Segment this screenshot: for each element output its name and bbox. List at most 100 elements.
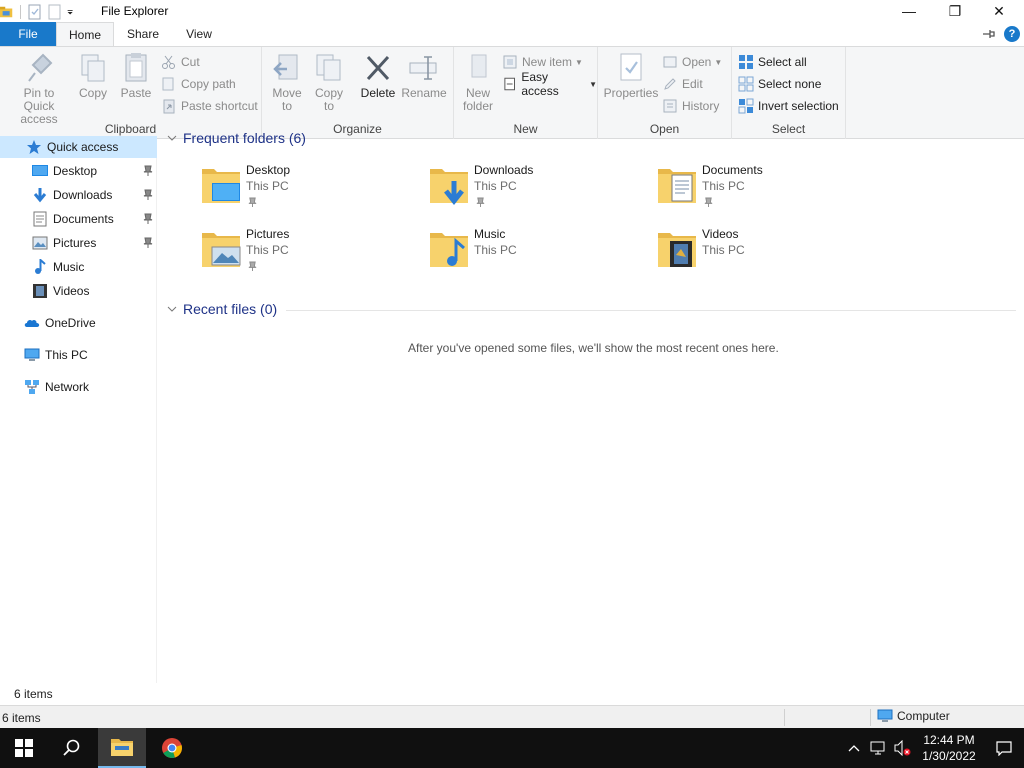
network-status-button[interactable]: [866, 728, 890, 768]
tab-share[interactable]: Share: [118, 22, 168, 46]
folder-name: Pictures: [246, 227, 290, 241]
paste-button[interactable]: Paste: [118, 51, 154, 100]
nav-onedrive[interactable]: OneDrive: [0, 312, 157, 334]
folder-location: This PC: [246, 243, 289, 257]
pin-icon: [143, 213, 153, 224]
paste-shortcut-button[interactable]: Paste shortcut: [161, 96, 258, 116]
pin-ribbon-icon[interactable]: [982, 27, 996, 41]
action-center-button[interactable]: [984, 728, 1024, 768]
frequent-folders-header[interactable]: Frequent folders (6): [166, 130, 306, 146]
tab-file[interactable]: File: [0, 22, 56, 46]
properties-icon[interactable]: [27, 4, 43, 20]
restore-button[interactable]: ❐: [932, 0, 978, 22]
invert-selection-button[interactable]: Invert selection: [738, 96, 839, 116]
nav-item-label: Videos: [53, 284, 90, 298]
delete-icon: [366, 55, 390, 81]
move-to-label: Move to: [272, 86, 302, 113]
content-pane: Frequent folders (6) Desktop This PC Dow…: [158, 130, 1024, 683]
nav-network[interactable]: Network: [0, 376, 157, 398]
taskbar-chrome[interactable]: [148, 728, 196, 768]
folder-tile-documents[interactable]: Documents This PC: [656, 163, 856, 219]
new-folder-button[interactable]: New folder: [460, 51, 496, 113]
tab-view[interactable]: View: [174, 22, 224, 46]
properties-button[interactable]: Properties: [604, 51, 658, 100]
system-tray: 12:44 PM 1/30/2022: [842, 728, 1024, 768]
customize-toolbar-icon[interactable]: [67, 4, 77, 20]
select-group-label: Select: [771, 122, 806, 136]
start-button[interactable]: [0, 728, 48, 768]
select-all-button[interactable]: Select all: [738, 52, 807, 72]
select-none-label: Select none: [758, 77, 822, 91]
tab-home[interactable]: Home: [56, 22, 114, 47]
taskbar-file-explorer[interactable]: [98, 728, 146, 768]
folder-location: This PC: [474, 179, 517, 193]
clock[interactable]: 12:44 PM 1/30/2022: [914, 732, 984, 764]
copy-path-button[interactable]: Copy path: [161, 74, 236, 94]
explorer-app-icon[interactable]: [0, 4, 14, 20]
folder-name: Documents: [702, 163, 763, 177]
delete-button[interactable]: Delete: [360, 51, 396, 100]
open-button[interactable]: Open ▼: [662, 52, 722, 72]
videos-folder-icon: [658, 233, 696, 267]
nav-item-label: Desktop: [53, 164, 98, 178]
folder-tile-downloads[interactable]: Downloads This PC: [428, 163, 628, 219]
pin-icon: [704, 197, 713, 207]
move-to-button[interactable]: Move to: [270, 51, 304, 113]
notifications-icon: [996, 741, 1012, 756]
title-bar: File Explorer — ❐ ✕: [0, 0, 1024, 22]
taskbar: 12:44 PM 1/30/2022: [0, 728, 1024, 768]
nav-this-pc[interactable]: This PC: [0, 344, 157, 366]
copy-path-label: Copy path: [181, 77, 236, 91]
rename-button[interactable]: Rename: [401, 51, 447, 100]
search-button[interactable]: [48, 728, 96, 768]
pin-icon: [143, 165, 153, 176]
nav-item-pictures[interactable]: Pictures: [0, 232, 157, 254]
toolbar-separator: [20, 5, 21, 19]
easy-access-dropdown-icon: ▼: [589, 79, 597, 89]
select-none-button[interactable]: Select none: [738, 74, 821, 94]
easy-access-button[interactable]: Easy access ▼: [502, 70, 597, 98]
copy-icon: [81, 54, 105, 82]
nav-quick-access[interactable]: Quick access: [0, 136, 157, 158]
folder-tile-music[interactable]: Music This PC: [428, 227, 628, 283]
copy-to-button[interactable]: Copy to: [312, 51, 346, 113]
frequent-folders-title: Frequent folders (6): [183, 130, 306, 146]
folder-tile-videos[interactable]: Videos This PC: [656, 227, 856, 283]
properties-label: Properties: [603, 86, 659, 100]
new-item-button[interactable]: New item ▼: [502, 52, 583, 72]
edit-button[interactable]: Edit: [662, 74, 703, 94]
folder-tile-desktop[interactable]: Desktop This PC: [200, 163, 400, 219]
help-icon[interactable]: ?: [1004, 26, 1020, 42]
cut-button[interactable]: Cut: [161, 52, 200, 72]
paste-label: Paste: [120, 86, 152, 100]
easy-access-icon: [504, 77, 515, 91]
pin-to-quick-access-button[interactable]: Pin to Quick access: [4, 51, 74, 126]
paste-shortcut-label: Paste shortcut: [181, 99, 258, 113]
volume-button[interactable]: [890, 728, 914, 768]
cut-label: Cut: [181, 55, 200, 69]
nav-item-desktop[interactable]: Desktop: [0, 160, 157, 182]
status-separator: [784, 709, 785, 726]
open-dropdown-icon: ▼: [714, 57, 723, 67]
downloads-icon: [33, 188, 47, 203]
history-button[interactable]: History: [662, 96, 719, 116]
new-folder-icon[interactable]: [47, 4, 63, 20]
nav-item-documents[interactable]: Documents: [0, 208, 157, 230]
recent-files-header[interactable]: Recent files (0): [166, 301, 277, 317]
nav-item-videos[interactable]: Videos: [0, 280, 157, 302]
copy-button[interactable]: Copy: [76, 51, 110, 100]
edit-label: Edit: [682, 77, 703, 91]
minimize-button[interactable]: —: [886, 0, 932, 22]
paste-icon: [125, 53, 147, 82]
new-folder-label: New folder: [462, 86, 494, 113]
nav-network-label: Network: [45, 380, 90, 394]
nav-item-music[interactable]: Music: [0, 256, 157, 278]
show-hidden-icons-button[interactable]: [842, 728, 866, 768]
select-all-icon: [739, 55, 753, 69]
close-button[interactable]: ✕: [976, 0, 1022, 22]
pin-label: Pin to Quick access: [20, 86, 58, 126]
music-icon: [35, 259, 46, 274]
desktop-icon: [32, 165, 48, 176]
nav-item-downloads[interactable]: Downloads: [0, 184, 157, 206]
folder-tile-pictures[interactable]: Pictures This PC: [200, 227, 400, 283]
